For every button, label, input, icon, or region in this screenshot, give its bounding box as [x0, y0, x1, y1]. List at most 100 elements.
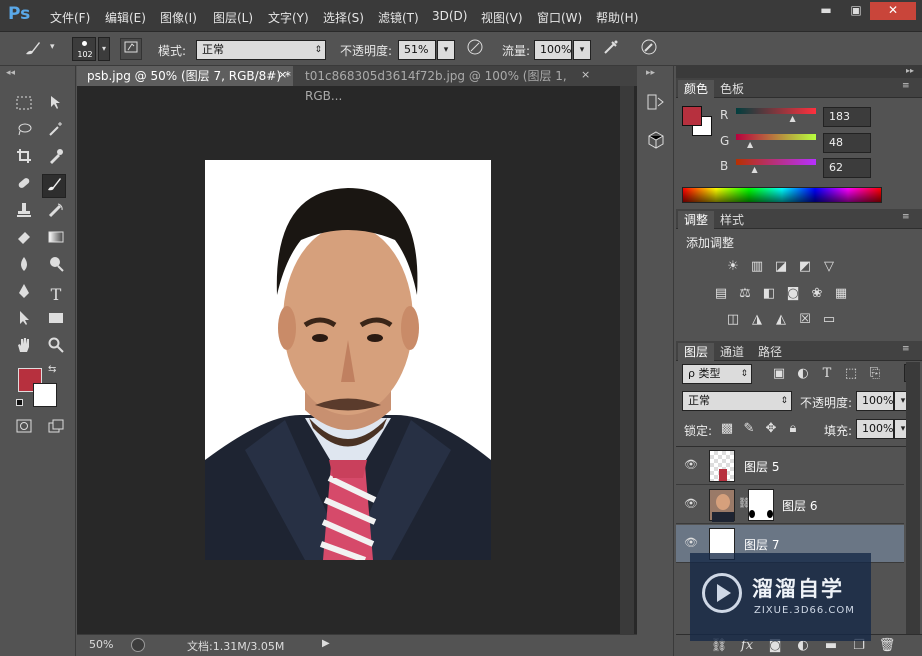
- layer-opacity-input[interactable]: 100%: [856, 391, 894, 411]
- collapse-toolbox-icon[interactable]: ◂◂: [6, 68, 15, 78]
- vibrance-icon[interactable]: ▽: [820, 258, 838, 276]
- layer-row-5[interactable]: 👁︎ 图层 5: [676, 447, 904, 485]
- tab-layers[interactable]: 图层: [678, 343, 715, 361]
- dodge-tool-icon[interactable]: [44, 256, 68, 280]
- pressure-size-icon[interactable]: [638, 38, 660, 60]
- image-canvas[interactable]: [205, 160, 491, 560]
- type-tool-icon[interactable]: T: [44, 283, 68, 307]
- g-slider-thumb[interactable]: ▲: [747, 140, 753, 149]
- lasso-tool-icon[interactable]: [12, 121, 36, 145]
- background-color-swatch[interactable]: [33, 383, 57, 407]
- expand-dock-icon[interactable]: ▸▸: [646, 68, 655, 78]
- vertical-scrollbar[interactable]: [620, 86, 634, 634]
- tab-t01c[interactable]: t01c868305d3614f72b.jpg @ 100% (图层 1, RG…: [295, 66, 595, 103]
- menu-select[interactable]: 选择(S): [323, 9, 364, 26]
- levels-icon[interactable]: ▥: [748, 258, 766, 276]
- gradient-tool-icon[interactable]: [44, 229, 68, 253]
- hand-tool-icon[interactable]: [12, 337, 36, 361]
- r-slider-thumb[interactable]: ▲: [789, 114, 795, 123]
- tab-close-icon[interactable]: ×: [581, 68, 590, 81]
- flow-input[interactable]: 100%: [534, 40, 572, 60]
- path-selection-tool-icon[interactable]: [12, 310, 36, 334]
- color-balance-icon[interactable]: ⚖: [736, 285, 754, 303]
- g-value[interactable]: 48: [823, 133, 871, 153]
- visibility-eye-icon[interactable]: 👁︎: [684, 536, 698, 550]
- b-slider-thumb[interactable]: ▲: [751, 165, 757, 174]
- invert-icon[interactable]: ◫: [724, 311, 742, 329]
- menu-edit[interactable]: 编辑(E): [105, 9, 146, 26]
- filter-pixel-icon[interactable]: ▣: [770, 365, 788, 383]
- fill-input[interactable]: 100%: [856, 419, 894, 439]
- opacity-input[interactable]: 51%: [398, 40, 436, 60]
- lock-all-icon[interactable]: 🔒︎: [784, 420, 802, 438]
- menu-layer[interactable]: 图层(L): [213, 9, 253, 26]
- lock-position-icon[interactable]: ✥: [762, 420, 780, 438]
- restore-button[interactable]: ▣: [842, 2, 870, 20]
- panel-menu-icon[interactable]: ≡: [902, 81, 910, 91]
- curves-icon[interactable]: ◪: [772, 258, 790, 276]
- pen-tool-icon[interactable]: [12, 283, 36, 307]
- lock-pixels-icon[interactable]: ✎: [740, 420, 758, 438]
- filter-shape-icon[interactable]: ⬚: [842, 365, 860, 383]
- layer-mask-thumbnail[interactable]: [748, 489, 774, 521]
- layer-row-6[interactable]: 👁︎ ⛓ 图层 6: [676, 486, 904, 524]
- menu-view[interactable]: 视图(V): [481, 9, 523, 26]
- brush-size-arrow-icon[interactable]: ▾: [98, 37, 110, 61]
- tab-close-icon[interactable]: ×: [278, 68, 287, 81]
- history-panel-icon[interactable]: [646, 92, 666, 112]
- exposure-icon[interactable]: ◩: [796, 258, 814, 276]
- mode-dropdown[interactable]: 正常 ⇕: [196, 40, 326, 60]
- minimize-button[interactable]: ▬: [812, 2, 840, 20]
- color-foreground-swatch[interactable]: [682, 106, 702, 126]
- panel-menu-icon[interactable]: ≡: [902, 212, 910, 222]
- hue-saturation-icon[interactable]: ▤: [712, 285, 730, 303]
- threshold-icon[interactable]: ◭: [772, 311, 790, 329]
- color-lookup-icon[interactable]: ▦: [832, 285, 850, 303]
- blur-tool-icon[interactable]: [12, 256, 36, 280]
- status-info-icon[interactable]: [131, 638, 145, 652]
- airbrush-icon[interactable]: [600, 38, 622, 60]
- clone-stamp-tool-icon[interactable]: [12, 202, 36, 226]
- screen-mode-icon[interactable]: [44, 417, 68, 441]
- filter-smart-object-icon[interactable]: ⎘: [866, 365, 884, 383]
- menu-filter[interactable]: 滤镜(T): [378, 9, 419, 26]
- r-slider[interactable]: [736, 108, 816, 114]
- layer-filter-dropdown[interactable]: ρ 类型 ⇕: [682, 364, 752, 384]
- menu-window[interactable]: 窗口(W): [537, 9, 582, 26]
- collapse-panels-icon[interactable]: ▸▸: [906, 66, 914, 75]
- 3d-panel-icon[interactable]: [646, 130, 666, 150]
- brush-tool-preset-icon[interactable]: [22, 38, 44, 60]
- swap-colors-icon[interactable]: ⇆: [48, 364, 56, 375]
- r-value[interactable]: 183: [823, 107, 871, 127]
- opacity-arrow-icon[interactable]: ▾: [437, 40, 455, 60]
- tab-swatches[interactable]: 色板: [714, 80, 750, 98]
- pressure-opacity-icon[interactable]: [464, 38, 486, 60]
- color-spectrum-bar[interactable]: [682, 187, 882, 203]
- brush-size-picker[interactable]: 102: [72, 37, 96, 61]
- crop-tool-icon[interactable]: [12, 148, 36, 172]
- menu-3d[interactable]: 3D(D): [432, 9, 467, 23]
- posterize-icon[interactable]: ◮: [748, 311, 766, 329]
- tab-adjustments[interactable]: 调整: [678, 211, 715, 229]
- brightness-icon[interactable]: ☀: [724, 258, 742, 276]
- healing-brush-tool-icon[interactable]: [12, 175, 36, 199]
- tab-psb[interactable]: psb.jpg @ 50% (图层 7, RGB/8#) *: [77, 66, 293, 86]
- rectangle-tool-icon[interactable]: [44, 310, 68, 334]
- zoom-level[interactable]: 50%: [89, 638, 113, 651]
- brush-panel-toggle-icon[interactable]: [120, 38, 142, 60]
- history-brush-tool-icon[interactable]: [44, 202, 68, 226]
- flow-arrow-icon[interactable]: ▾: [573, 40, 591, 60]
- tab-color[interactable]: 颜色: [678, 80, 715, 98]
- b-value[interactable]: 62: [823, 158, 871, 178]
- filter-type-icon[interactable]: T: [818, 365, 836, 383]
- close-button[interactable]: ✕: [870, 2, 916, 20]
- status-menu-arrow-icon[interactable]: ▶: [322, 638, 330, 649]
- delete-layer-icon[interactable]: 🗑︎: [878, 637, 896, 655]
- lock-transparent-icon[interactable]: ▩: [718, 420, 736, 438]
- b-slider[interactable]: [736, 159, 816, 165]
- selective-color-icon[interactable]: ☒: [796, 311, 814, 329]
- eyedropper-tool-icon[interactable]: [44, 148, 68, 172]
- menu-type[interactable]: 文字(Y): [268, 9, 309, 26]
- panel-menu-icon[interactable]: ≡: [902, 344, 910, 354]
- tab-paths[interactable]: 路径: [752, 343, 788, 361]
